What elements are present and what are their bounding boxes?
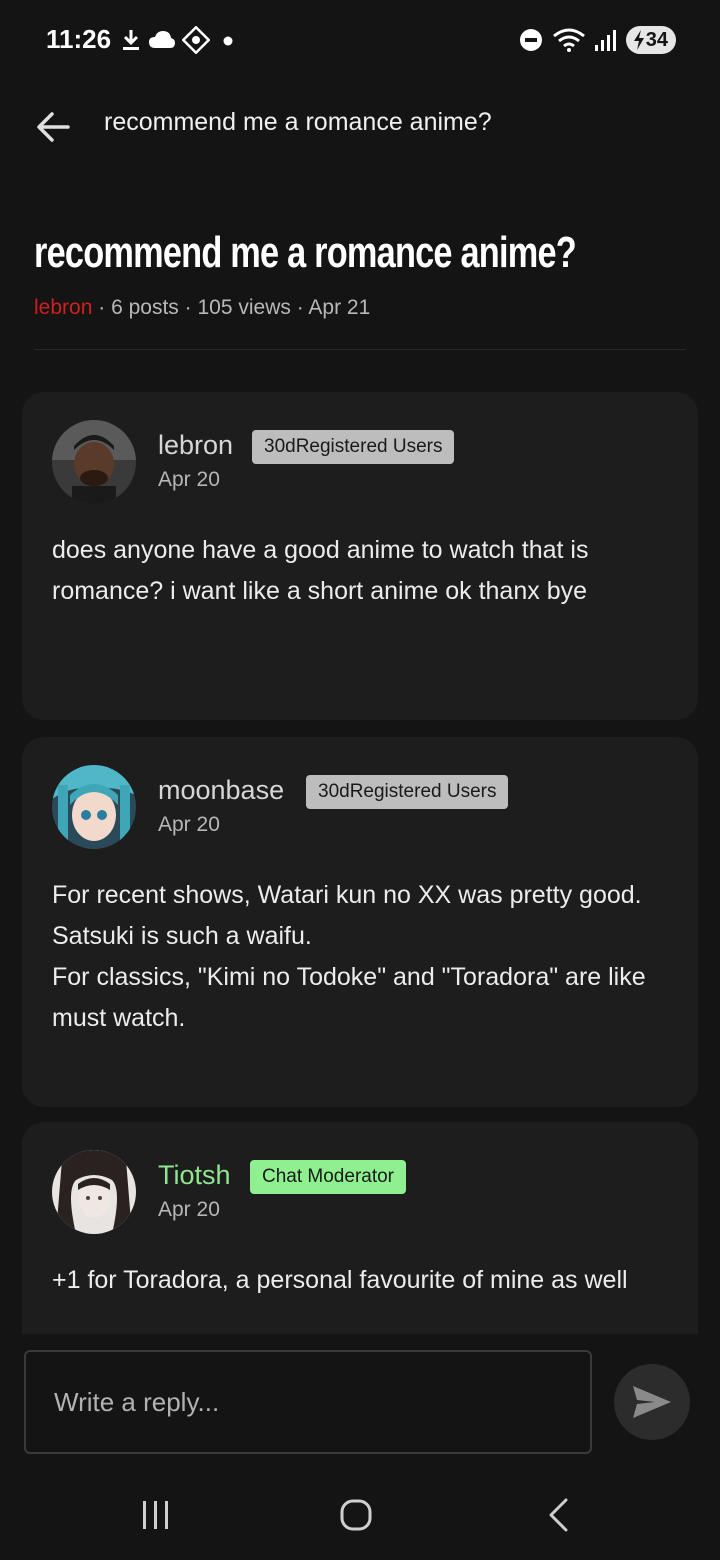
thread-date: Apr 21 xyxy=(308,296,371,319)
send-icon xyxy=(633,1386,671,1418)
back-icon xyxy=(549,1498,568,1532)
post-paragraph: For classics, "Kimi no Todoke" and "Tora… xyxy=(52,963,646,1032)
post-card: lebron 30dRegistered Users Apr 20 does a… xyxy=(22,392,698,720)
thread-author-link[interactable]: lebron xyxy=(34,296,92,319)
moderator-badge[interactable]: Chat Moderator xyxy=(250,1160,407,1194)
post-paragraph: For recent shows, Watari kun no XX was p… xyxy=(52,881,642,950)
cloud-icon xyxy=(149,31,175,48)
meta-separator: · xyxy=(98,296,106,319)
post-paragraph: does anyone have a good anime to watch t… xyxy=(52,536,589,605)
post-username[interactable]: Tiotsh xyxy=(158,1160,231,1191)
post-card: moonbase 30dRegistered Users Apr 20 For … xyxy=(22,737,698,1107)
meta-separator: · xyxy=(296,296,304,319)
thread-meta: lebron · 6 posts · 105 views · Apr 21 xyxy=(34,296,370,320)
signal-icon xyxy=(594,30,616,51)
battery-indicator: 34 xyxy=(625,26,676,54)
post-username[interactable]: moonbase xyxy=(158,775,284,806)
home-icon xyxy=(340,1499,372,1531)
post-body: +1 for Toradora, a personal favourite of… xyxy=(52,1260,672,1301)
status-left-icons xyxy=(120,26,238,54)
send-button[interactable] xyxy=(614,1364,690,1440)
back-button[interactable] xyxy=(30,104,76,150)
post-body: For recent shows, Watari kun no XX was p… xyxy=(52,875,672,1039)
header-divider xyxy=(34,349,686,350)
avatar[interactable] xyxy=(52,420,136,504)
post-date[interactable]: Apr 20 xyxy=(158,813,220,837)
thread-post-count: 6 posts xyxy=(111,296,179,319)
system-nav-bar xyxy=(0,1470,720,1560)
dot-icon xyxy=(223,36,233,46)
status-bar: 11:26 34 xyxy=(0,0,720,84)
top-bar-title: recommend me a romance anime? xyxy=(104,108,492,136)
arrow-left-icon xyxy=(37,112,70,142)
nav-back-button[interactable] xyxy=(528,1492,588,1538)
thread-view-count: 105 views xyxy=(197,296,291,319)
thread-title: recommend me a romance anime? xyxy=(34,228,577,277)
user-group-badge[interactable]: 30dRegistered Users xyxy=(252,430,455,464)
dnd-icon xyxy=(519,29,542,51)
post-body: does anyone have a good anime to watch t… xyxy=(52,530,672,612)
status-time: 11:26 xyxy=(46,24,112,54)
reply-composer xyxy=(0,1334,720,1470)
app-icon xyxy=(182,26,210,54)
user-group-badge[interactable]: 30dRegistered Users xyxy=(306,775,509,809)
recents-icon xyxy=(143,1501,168,1529)
post-date[interactable]: Apr 20 xyxy=(158,468,220,492)
download-icon xyxy=(123,30,139,50)
status-right-icons: 34 xyxy=(518,26,676,54)
post-username[interactable]: lebron xyxy=(158,430,233,461)
home-button[interactable] xyxy=(326,1492,386,1538)
post-paragraph: +1 for Toradora, a personal favourite of… xyxy=(52,1266,628,1294)
avatar[interactable] xyxy=(52,1150,136,1234)
post-date[interactable]: Apr 20 xyxy=(158,1198,220,1222)
recents-button[interactable] xyxy=(126,1492,186,1538)
battery-charging-icon xyxy=(633,30,644,50)
meta-separator: · xyxy=(184,296,192,319)
battery-level: 34 xyxy=(645,28,668,51)
wifi-icon xyxy=(552,28,585,52)
avatar[interactable] xyxy=(52,765,136,849)
reply-input[interactable] xyxy=(24,1350,592,1454)
top-app-bar: recommend me a romance anime? xyxy=(0,84,720,168)
